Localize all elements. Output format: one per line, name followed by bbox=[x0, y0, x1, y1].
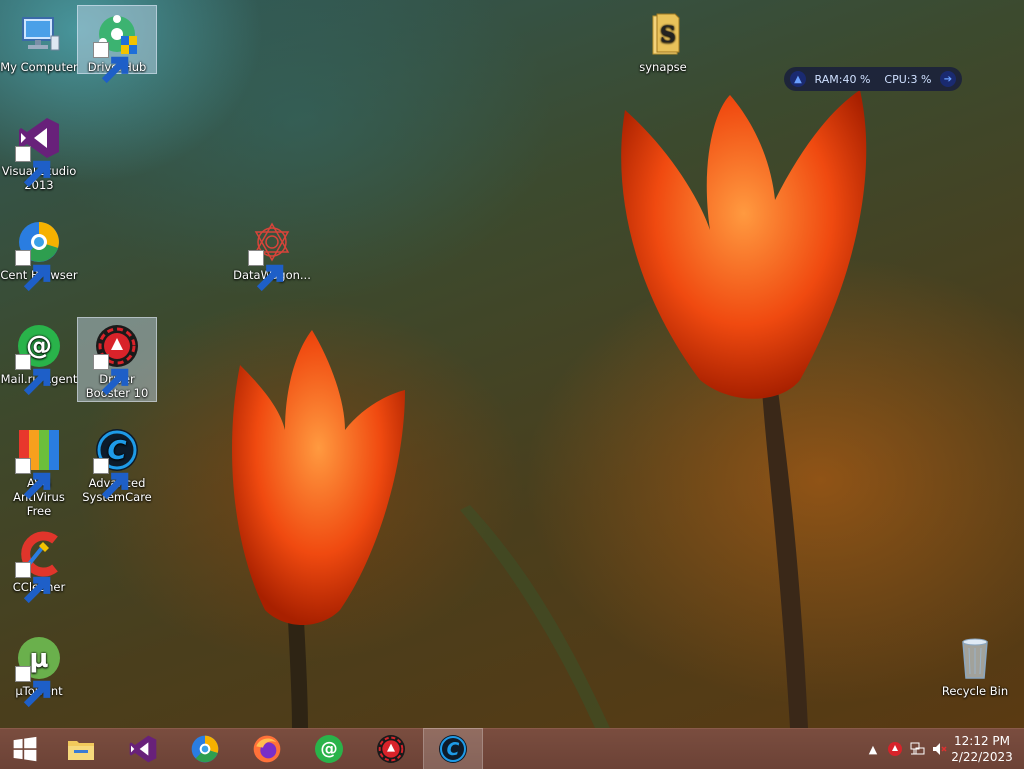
system-tray: ▲ 12:12 PM 2/22/2023 bbox=[862, 729, 1024, 769]
driver-booster-icon bbox=[93, 322, 141, 396]
shortcut-arrow-icon bbox=[93, 354, 129, 396]
shortcut-arrow-icon bbox=[93, 42, 129, 84]
icon-label: Recycle Bin bbox=[941, 684, 1009, 698]
visual-studio-icon bbox=[129, 735, 157, 763]
start-icon bbox=[13, 736, 37, 762]
shortcut-arrow-icon bbox=[15, 666, 51, 708]
desktop-icon-ccleaner[interactable]: CCleaner bbox=[0, 526, 78, 604]
clock-date: 2/22/2023 bbox=[951, 750, 1013, 764]
visual-studio-icon bbox=[15, 114, 63, 188]
desktop[interactable]: My Computer DriverHub Visual Studio 2013… bbox=[0, 0, 1024, 728]
shortcut-arrow-icon bbox=[248, 250, 284, 292]
shortcut-arrow-icon bbox=[15, 458, 51, 500]
taskbar-cent-browser[interactable] bbox=[176, 729, 234, 769]
shortcut-arrow-icon bbox=[15, 562, 51, 604]
desktop-icon-visual-studio[interactable]: Visual Studio 2013 bbox=[0, 110, 78, 192]
cpu-value: 3 % bbox=[910, 72, 932, 86]
desktop-icon-driver-booster[interactable]: Driver Booster 10 bbox=[77, 317, 157, 402]
shortcut-arrow-icon bbox=[93, 458, 129, 500]
advanced-systemcare-icon: C bbox=[439, 735, 467, 763]
shortcut-arrow-icon bbox=[15, 146, 51, 188]
desktop-icon-driverhub[interactable]: DriverHub bbox=[77, 5, 157, 84]
show-desktop-button[interactable] bbox=[1014, 729, 1024, 769]
desktop-icon-cent-browser[interactable]: Cent Browser bbox=[0, 214, 78, 292]
datawagon-icon bbox=[248, 218, 296, 292]
desktop-icon-datawagon[interactable]: DataWagon... bbox=[233, 214, 311, 292]
taskbar-visual-studio[interactable] bbox=[114, 729, 172, 769]
desktop-icon-synapse[interactable]: S synapse bbox=[624, 6, 702, 74]
clock[interactable]: 12:12 PM 2/22/2023 bbox=[950, 733, 1014, 765]
recycle-bin-icon bbox=[951, 634, 999, 682]
svg-text:@: @ bbox=[320, 739, 337, 759]
ram-value: 40 % bbox=[842, 72, 871, 86]
show-hidden-icons-chevron-icon[interactable]: ▲ bbox=[862, 729, 884, 769]
shortcut-arrow-icon bbox=[15, 250, 51, 292]
firefox-icon bbox=[253, 735, 281, 763]
cent-browser-icon bbox=[191, 735, 219, 763]
system-monitor-widget[interactable]: ▲ RAM:40 % CPU:3 % ➔ bbox=[784, 67, 962, 91]
folder-icon: S bbox=[639, 10, 687, 58]
network-icon[interactable] bbox=[906, 729, 928, 769]
file-explorer-icon bbox=[68, 741, 94, 760]
driver-booster-icon bbox=[377, 735, 405, 763]
desktop-icon-avg-antivirus[interactable]: AVG AntiVirus Free bbox=[0, 422, 78, 518]
desktop-icon-advanced-systemcare[interactable]: C Advanced SystemCare bbox=[78, 422, 156, 504]
svg-text:S: S bbox=[660, 22, 676, 48]
taskbar-firefox[interactable] bbox=[238, 729, 296, 769]
desktop-icon-recycle-bin[interactable]: Recycle Bin bbox=[936, 630, 1014, 698]
driver-booster-tray-icon[interactable] bbox=[884, 729, 906, 769]
cent-browser-icon bbox=[15, 218, 63, 292]
mail-ru-agent-icon: @ bbox=[15, 322, 63, 396]
driverhub-icon bbox=[93, 10, 141, 84]
icon-label: My Computer bbox=[0, 60, 78, 74]
taskbar-mail-ru-agent[interactable]: @ bbox=[300, 729, 358, 769]
arrow-right-icon[interactable]: ➔ bbox=[940, 71, 956, 87]
svg-text:C: C bbox=[447, 740, 460, 760]
advanced-systemcare-icon: C bbox=[93, 426, 141, 500]
shortcut-arrow-icon bbox=[15, 354, 51, 396]
taskbar-advanced-systemcare[interactable]: C bbox=[423, 728, 483, 769]
computer-icon bbox=[15, 10, 63, 58]
desktop-icon-mail-ru-agent[interactable]: @ Mail.ru Agent bbox=[0, 318, 78, 396]
avg-antivirus-icon bbox=[15, 426, 63, 500]
rocket-icon[interactable]: ▲ bbox=[790, 71, 806, 87]
desktop-icon-utorrent[interactable]: µ µTorrent bbox=[0, 630, 78, 708]
widget-stats: RAM:40 % CPU:3 % bbox=[815, 73, 932, 86]
ram-label: RAM: bbox=[814, 72, 843, 86]
taskbar-file-explorer[interactable] bbox=[52, 729, 110, 769]
mail-ru-agent-icon: @ bbox=[315, 735, 343, 763]
cpu-label: CPU: bbox=[884, 72, 911, 86]
volume-muted-icon[interactable] bbox=[928, 729, 950, 769]
ccleaner-icon bbox=[15, 530, 63, 604]
utorrent-icon: µ bbox=[15, 634, 63, 708]
icon-label: synapse bbox=[639, 60, 687, 74]
start-button[interactable] bbox=[0, 729, 50, 769]
taskbar: @ C ▲ 12:12 PM 2/22/2023 bbox=[0, 728, 1024, 769]
desktop-icon-my-computer[interactable]: My Computer bbox=[0, 6, 78, 74]
clock-time: 12:12 PM bbox=[954, 734, 1010, 748]
taskbar-driver-booster[interactable] bbox=[362, 729, 420, 769]
